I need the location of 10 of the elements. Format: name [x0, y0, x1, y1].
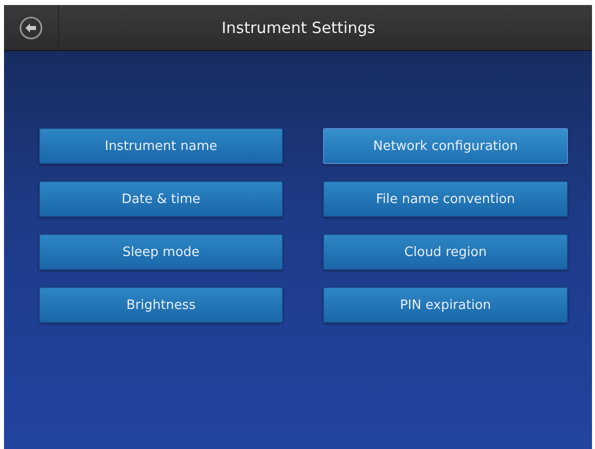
settings-button[interactable]: Sleep mode	[39, 234, 283, 270]
window-title: Instrument Settings	[220, 18, 376, 36]
back-icon[interactable]	[19, 16, 43, 40]
settings-button[interactable]: Date & time	[39, 181, 283, 217]
settings-button[interactable]: Brightness	[39, 287, 283, 323]
settings-button[interactable]: File name convention	[323, 181, 568, 217]
settings-button[interactable]: Instrument name	[39, 128, 283, 164]
settings-button[interactable]: Network configuration	[323, 128, 568, 164]
settings-button[interactable]: PIN expiration	[323, 287, 568, 323]
settings-button[interactable]: Cloud region	[323, 234, 568, 270]
